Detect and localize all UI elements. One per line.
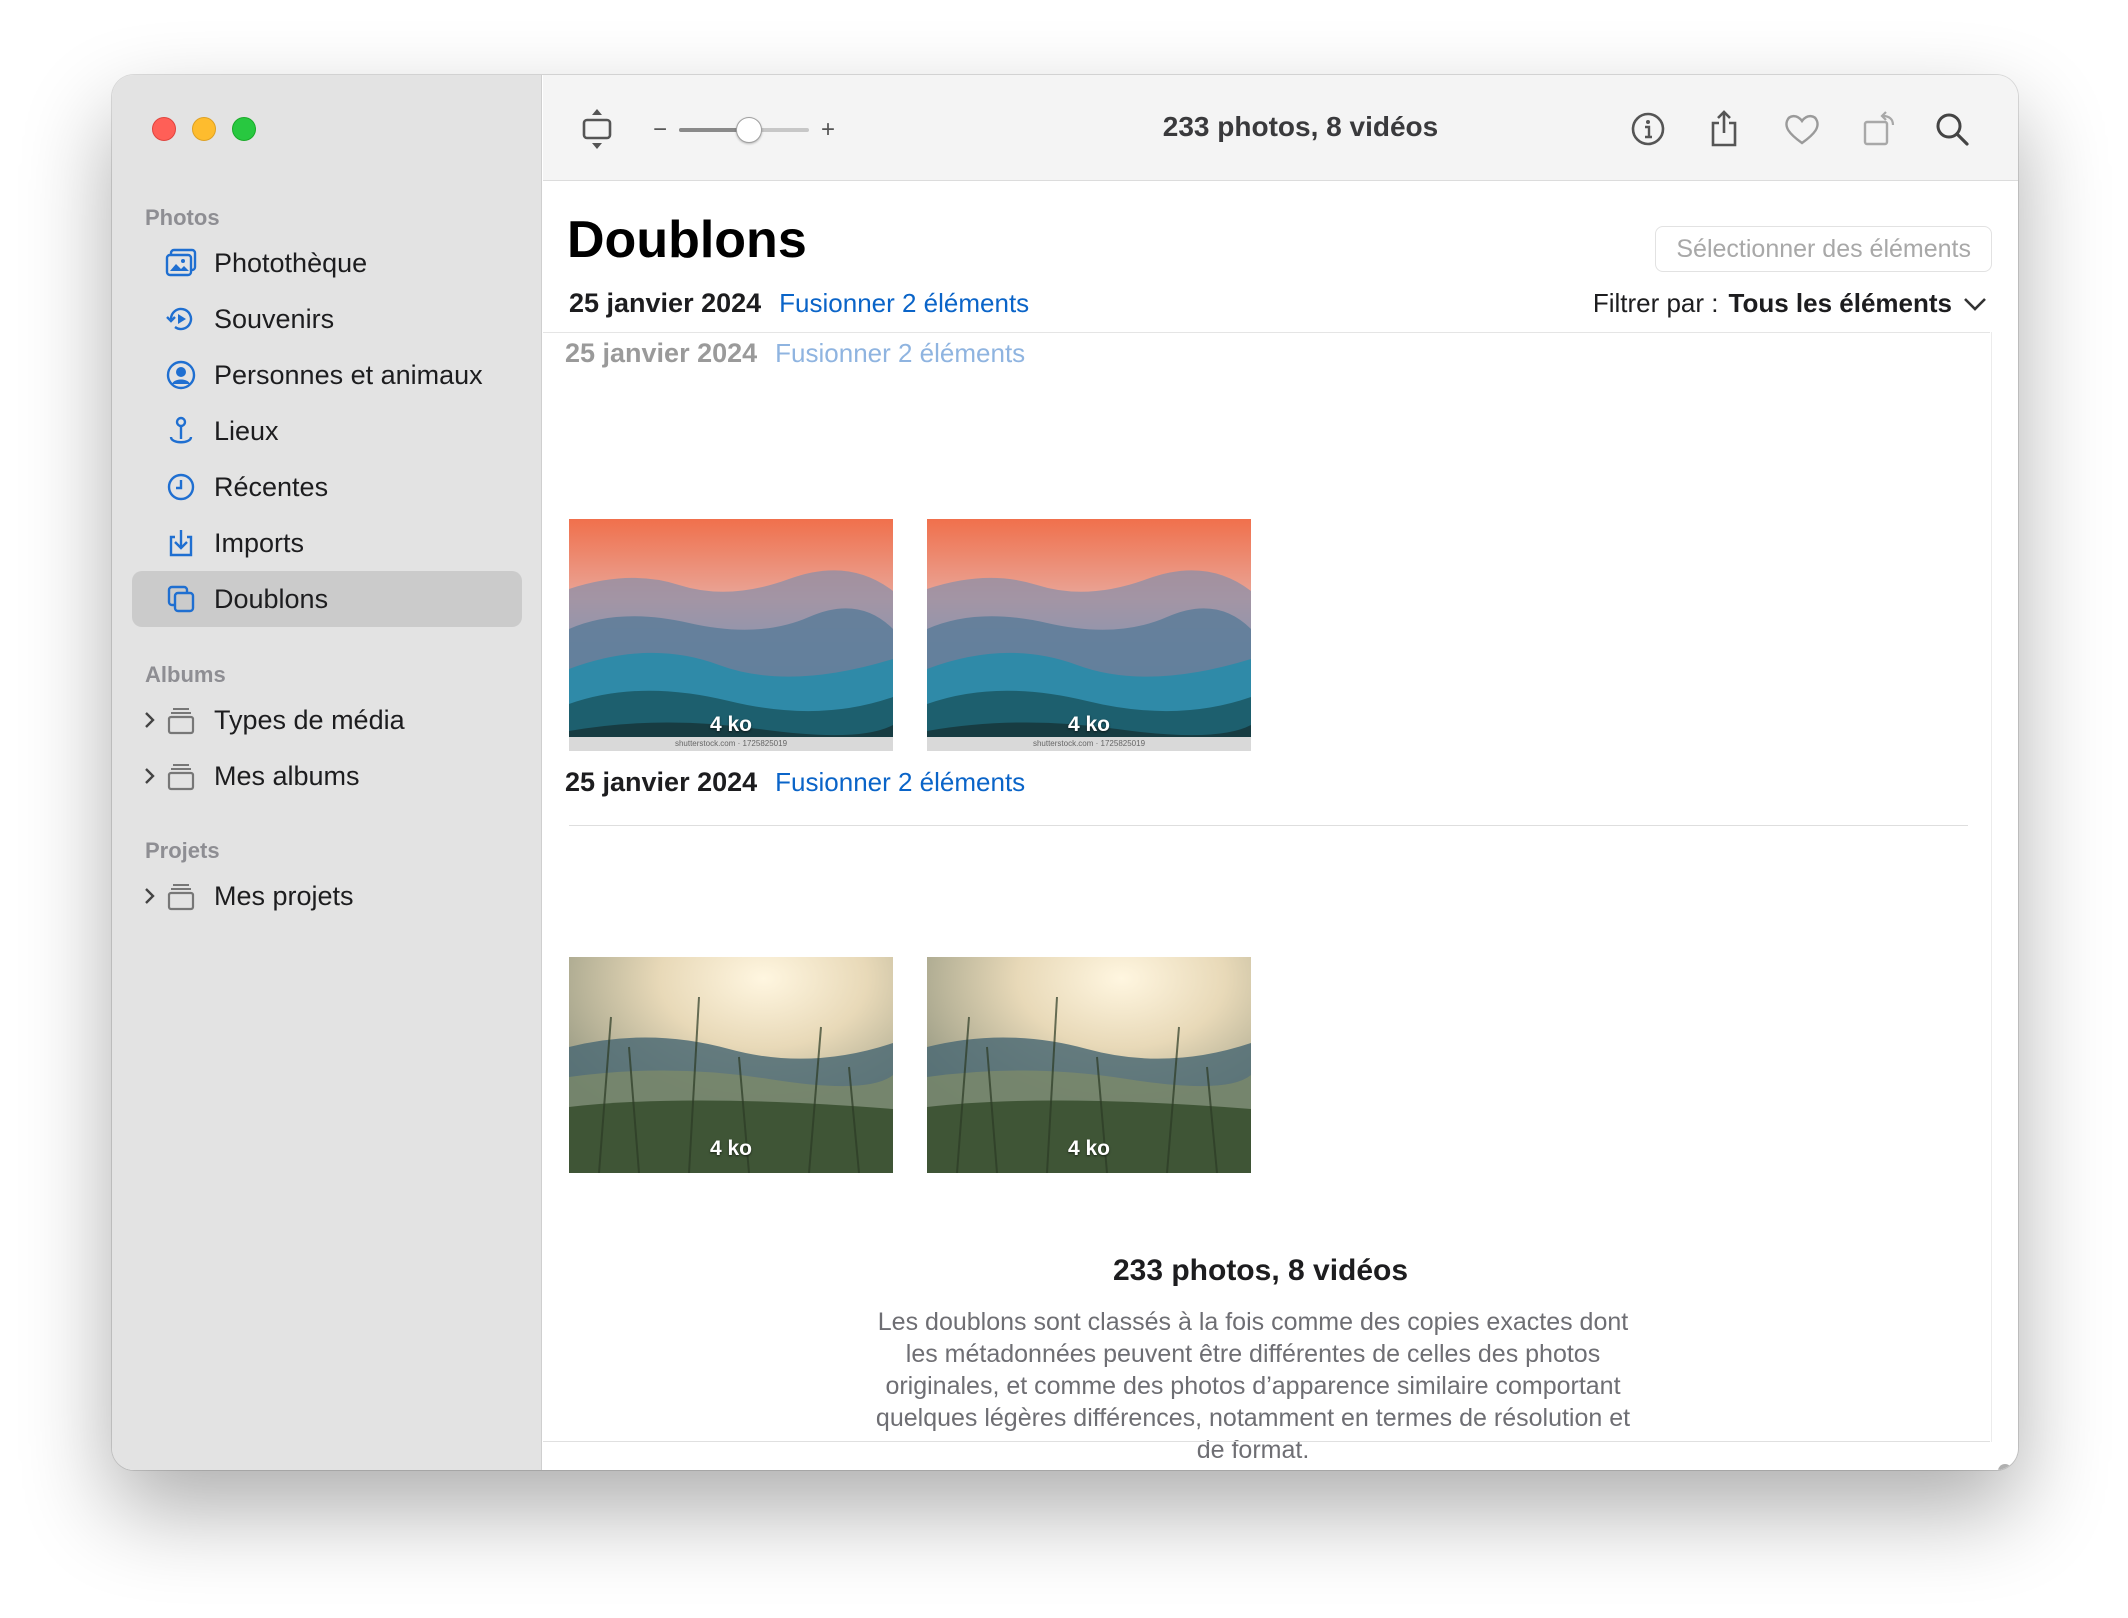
sidebar-section-photos: Photos	[145, 205, 220, 230]
rotate-button[interactable]	[1856, 105, 1904, 153]
sidebar-item-mes-albums[interactable]: Mes albums	[132, 748, 522, 804]
sidebar-item-label: Types de média	[214, 704, 405, 735]
sidebar-item-phototheque[interactable]: Photothèque	[132, 235, 522, 291]
zoom-window-button[interactable]	[232, 117, 256, 141]
group-header: 25 janvier 2024 Fusionner 2 éléments	[565, 338, 1025, 369]
heart-icon	[1785, 114, 1819, 145]
merge-button[interactable]: Fusionner 2 éléments	[775, 767, 1025, 798]
sidebar-item-mes-projets[interactable]: Mes projets	[132, 868, 522, 924]
main-content: Doublons Sélectionner des éléments 25 ja…	[543, 182, 2018, 1470]
toolbar: − + 233 photos, 8 vidéos	[543, 75, 2018, 181]
filter-dropdown[interactable]: Filtrer par : Tous les éléments	[1593, 288, 1988, 319]
search-button[interactable]	[1928, 105, 1976, 153]
photo-thumbnail[interactable]: 4 ko	[927, 957, 1251, 1173]
sidebar-item-label: Photothèque	[214, 247, 368, 278]
sidebar-item-label: Imports	[214, 527, 305, 558]
album-stack-icon	[164, 759, 198, 793]
filter-value: Tous les éléments	[1728, 288, 1953, 318]
import-icon	[164, 526, 198, 560]
sidebar-item-recentes[interactable]: Récentes	[132, 459, 522, 515]
sidebar-item-label: Mes projets	[214, 880, 354, 911]
search-icon	[1936, 113, 1969, 146]
share-icon	[1711, 110, 1737, 147]
select-items-button[interactable]: Sélectionner des éléments	[1655, 226, 1992, 272]
photos-window: Photos Photothèque Souvenirs Personnes e…	[112, 75, 2018, 1470]
info-button[interactable]	[1624, 105, 1672, 153]
album-stack-icon	[164, 879, 198, 913]
chevron-right-icon[interactable]	[140, 710, 160, 730]
places-icon	[164, 414, 198, 448]
photo-library-icon	[164, 246, 198, 280]
sidebar-item-doublons[interactable]: Doublons	[132, 571, 522, 627]
close-window-button[interactable]	[152, 117, 176, 141]
header-divider	[543, 332, 1990, 333]
sidebar-item-label: Souvenirs	[214, 303, 335, 334]
people-icon	[164, 358, 198, 392]
chevron-right-icon[interactable]	[140, 886, 160, 906]
file-size-label: 4 ko	[709, 713, 753, 736]
sidebar-item-souvenirs[interactable]: Souvenirs	[132, 291, 522, 347]
sticky-group-header: 25 janvier 2024 Fusionner 2 éléments	[569, 288, 1029, 319]
sidebar-item-label: Lieux	[214, 415, 279, 446]
sidebar-section-albums: Albums	[145, 662, 226, 687]
page-title: Doublons	[567, 211, 807, 269]
share-button[interactable]	[1700, 105, 1748, 153]
file-size-label: 4 ko	[1067, 713, 1111, 736]
sidebar-section-projets: Projets	[145, 838, 220, 863]
group-divider	[569, 825, 1968, 826]
file-size-label: 4 ko	[709, 1137, 753, 1160]
summary-title: 233 photos, 8 vidéos	[1112, 1254, 1409, 1287]
watermark-credit: shutterstock.com · 1725825019	[927, 737, 1251, 751]
sidebar-item-label: Doublons	[214, 583, 329, 614]
sidebar-item-imports[interactable]: Imports	[132, 515, 522, 571]
group-date: 25 janvier 2024	[569, 288, 762, 318]
window-controls	[152, 117, 256, 141]
sidebar-item-lieux[interactable]: Lieux	[132, 403, 522, 459]
sidebar-item-label: Récentes	[214, 471, 329, 502]
favorite-button[interactable]	[1778, 105, 1826, 153]
album-stack-icon	[164, 703, 198, 737]
group-header: 25 janvier 2024 Fusionner 2 éléments	[565, 767, 1025, 798]
photo-thumbnail[interactable]: 4 ko	[569, 957, 893, 1173]
scroll-track	[1991, 332, 1992, 1442]
rotate-icon	[1863, 111, 1895, 146]
minimize-window-button[interactable]	[192, 117, 216, 141]
sidebar-item-label: Mes albums	[214, 760, 360, 791]
sidebar-item-label: Personnes et animaux	[214, 359, 483, 390]
info-icon	[1631, 112, 1665, 146]
merge-button[interactable]: Fusionner 2 éléments	[779, 288, 1029, 319]
group-date: 25 janvier 2024	[565, 338, 758, 368]
summary-text: Les doublons sont classés à la fois comm…	[875, 1308, 1631, 1464]
watermark-credit: shutterstock.com · 1725825019	[569, 737, 893, 751]
clock-icon	[164, 470, 198, 504]
memories-icon	[164, 302, 198, 336]
chevron-down-icon	[1964, 297, 1986, 311]
sidebar-item-personnes[interactable]: Personnes et animaux	[132, 347, 522, 403]
sidebar-item-types-de-media[interactable]: Types de média	[132, 692, 522, 748]
group-date: 25 janvier 2024	[565, 767, 758, 797]
scrollbar-thumb[interactable]	[1998, 1464, 2012, 1470]
merge-button[interactable]: Fusionner 2 éléments	[775, 338, 1025, 369]
filter-label: Filtrer par :	[1592, 288, 1719, 318]
file-size-label: 4 ko	[1067, 1137, 1111, 1160]
photo-thumbnail[interactable]: 4 ko shutterstock.com · 1725825019	[569, 519, 893, 751]
footer-divider	[543, 1441, 1990, 1442]
duplicates-icon	[164, 582, 198, 616]
chevron-right-icon[interactable]	[140, 766, 160, 786]
sidebar: Photos Photothèque Souvenirs Personnes e…	[112, 75, 542, 1470]
photo-thumbnail[interactable]: 4 ko shutterstock.com · 1725825019	[927, 519, 1251, 751]
